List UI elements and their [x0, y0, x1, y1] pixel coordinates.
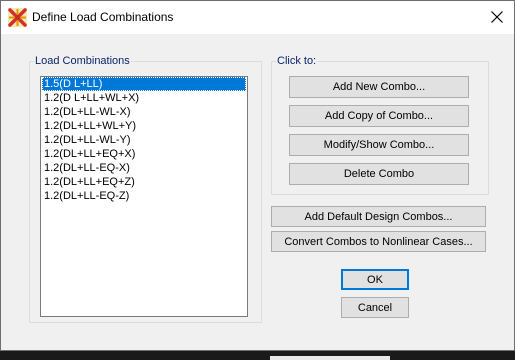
background-window-fragment-bottom — [270, 356, 390, 360]
list-item[interactable]: 1.2(DL+LL-EQ-Z) — [42, 189, 246, 203]
convert-combos-to-nonlinear-button[interactable]: Convert Combos to Nonlinear Cases... — [271, 231, 486, 252]
title-bar: Define Load Combinations — [1, 1, 514, 34]
list-item[interactable]: 1.2(DL+LL+EQ+X) — [42, 147, 246, 161]
list-item[interactable]: 1.5(D L+LL) — [42, 77, 246, 91]
load-combinations-label: Load Combinations — [35, 55, 130, 67]
modify-show-combo-button[interactable]: Modify/Show Combo... — [289, 134, 469, 156]
list-item[interactable]: 1.2(DL+LL+WL+Y) — [42, 119, 246, 133]
list-item[interactable]: 1.2(DL+LL-WL-Y) — [42, 133, 246, 147]
load-combinations-listbox[interactable]: 1.5(D L+LL) 1.2(D L+LL+WL+X) 1.2(DL+LL-WL-… — [40, 76, 248, 317]
sap-app-icon — [8, 8, 27, 27]
delete-combo-button[interactable]: Delete Combo — [289, 163, 469, 185]
ok-button[interactable]: OK — [341, 269, 409, 290]
list-item[interactable]: 1.2(DL+LL-WL-X) — [42, 105, 246, 119]
list-item[interactable]: 1.2(DL+LL+EQ+Z) — [42, 175, 246, 189]
list-item[interactable]: 1.2(DL+LL-EQ-X) — [42, 161, 246, 175]
add-copy-of-combo-button[interactable]: Add Copy of Combo... — [289, 105, 469, 127]
cancel-button[interactable]: Cancel — [341, 297, 409, 318]
define-load-combinations-dialog: Define Load Combinations Load Combinatio… — [0, 0, 515, 351]
add-default-design-combos-button[interactable]: Add Default Design Combos... — [271, 206, 486, 227]
list-item[interactable]: 1.2(D L+LL+WL+X) — [42, 91, 246, 105]
add-new-combo-button[interactable]: Add New Combo... — [289, 76, 469, 98]
close-button[interactable] — [479, 1, 514, 34]
window-title: Define Load Combinations — [32, 10, 174, 24]
click-to-label: Click to: — [277, 55, 317, 67]
close-icon — [491, 11, 503, 23]
